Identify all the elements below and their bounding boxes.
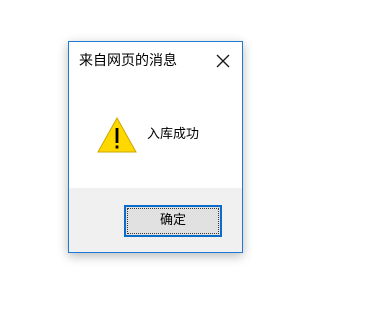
ok-button-label: 确定 — [159, 213, 186, 228]
ok-button[interactable]: 确定 — [124, 205, 222, 237]
close-button[interactable] — [210, 50, 236, 72]
dialog-titlebar: 来自网页的消息 — [69, 42, 242, 80]
dialog-footer: 确定 — [69, 188, 242, 252]
close-icon — [216, 54, 230, 68]
dialog-content: 入库成功 — [69, 80, 242, 188]
warning-icon — [97, 117, 137, 153]
message-dialog: 来自网页的消息 入库成功 确定 — [68, 41, 243, 253]
dialog-title: 来自网页的消息 — [79, 53, 177, 69]
dialog-message: 入库成功 — [147, 127, 200, 142]
